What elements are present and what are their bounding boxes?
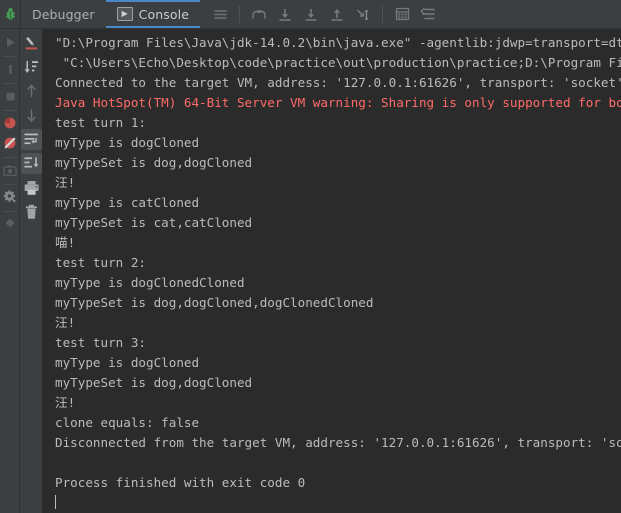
console-line: myType is dogClonedCloned (55, 275, 245, 290)
console-line: 喵! (55, 235, 76, 250)
camera-icon[interactable] (1, 161, 19, 179)
resume-program-icon[interactable] (1, 33, 19, 51)
console-line: myTypeSet is cat,catCloned (55, 215, 253, 230)
soft-wrap-lines-icon[interactable] (21, 129, 42, 150)
stop-program-icon[interactable] (1, 87, 19, 105)
run-controls-column (0, 29, 20, 513)
debugger-console-window: Debugger ▶ Console "D:\Program Files\Jav… (0, 0, 621, 513)
trash-icon[interactable] (21, 201, 42, 222)
arrow-up-icon[interactable] (21, 81, 42, 102)
console-line: myType is dogCloned (55, 355, 200, 370)
force-step-out-icon[interactable] (326, 3, 348, 25)
pause-program-icon[interactable] (1, 60, 19, 78)
marker-separator-5 (3, 184, 17, 185)
muted-breakpoint-icon[interactable] (1, 134, 19, 152)
toolwindow-left-strip (0, 0, 20, 28)
console-line: clone equals: false (55, 415, 200, 430)
console-line: myType is dogCloned (55, 135, 200, 150)
console-line: Connected to the target VM, address: '12… (55, 75, 621, 90)
console-line: 汪! (55, 175, 76, 190)
gear-icon[interactable] (1, 188, 19, 206)
console-line: 汪! (55, 395, 76, 410)
tab-console-bottom-indicator (105, 26, 200, 28)
console-text: "D:\Program Files\Java\jdk-14.0.2\bin\ja… (43, 33, 621, 513)
console-icon: ▶ (116, 7, 133, 21)
rerun-icon[interactable] (21, 33, 42, 54)
console-line: test turn 3: (55, 335, 146, 350)
marker-separator-4 (3, 157, 17, 158)
console-line: myTypeSet is dog,dogCloned (55, 375, 253, 390)
console-line: 汪! (55, 315, 76, 330)
tab-bar: Debugger ▶ Console (0, 0, 621, 29)
step-over-icon[interactable] (274, 3, 296, 25)
console-line: "D:\Program Files\Java\jdk-14.0.2\bin\ja… (55, 35, 621, 50)
console-output[interactable]: "D:\Program Files\Java\jdk-14.0.2\bin\ja… (43, 29, 621, 513)
console-caret (55, 493, 621, 513)
tab-debugger[interactable]: Debugger (21, 0, 106, 28)
console-line: myTypeSet is dog,dogCloned (55, 155, 253, 170)
step-out-arrow-icon[interactable] (248, 3, 270, 25)
console-line: test turn 2: (55, 255, 146, 270)
console-line: Disconnected from the target VM, address… (55, 435, 621, 450)
scroll-to-end-icon[interactable] (21, 153, 42, 174)
run-to-cursor-icon[interactable] (352, 3, 374, 25)
marker-separator-6 (3, 211, 17, 212)
toolbar-separator-2 (382, 5, 383, 23)
sort-descending-icon[interactable] (21, 57, 42, 78)
console-body: "D:\Program Files\Java\jdk-14.0.2\bin\ja… (0, 29, 621, 513)
pin-icon[interactable] (1, 215, 19, 233)
tab-console[interactable]: ▶ Console (105, 0, 200, 28)
marker-separator-3 (3, 110, 17, 111)
step-into-icon[interactable] (300, 3, 322, 25)
evaluate-expression-icon[interactable] (391, 3, 413, 25)
soft-wrap-icon[interactable] (209, 3, 231, 25)
console-line: Java HotSpot(TM) 64-Bit Server VM warnin… (55, 95, 621, 110)
console-line: myType is catCloned (55, 195, 200, 210)
tab-debugger-label: Debugger (32, 6, 95, 22)
breakpoint-icon[interactable] (1, 114, 19, 132)
bug-icon (5, 8, 15, 20)
toolbar-separator (239, 5, 240, 23)
tab-console-label: Console (138, 6, 189, 22)
tab-console-top-indicator (105, 0, 200, 2)
arrow-down-icon[interactable] (21, 105, 42, 126)
console-line: Process finished with exit code 0 (55, 475, 306, 490)
console-line: test turn 1: (55, 115, 146, 130)
marker-separator (3, 56, 17, 57)
print-icon[interactable] (21, 177, 42, 198)
console-vertical-toolbar (20, 29, 43, 513)
mute-breakpoints-icon[interactable] (417, 3, 439, 25)
marker-separator-2 (3, 83, 17, 84)
console-line: "C:\Users\Echo\Desktop\code\practice\out… (55, 55, 621, 70)
console-line: myTypeSet is dog,dogCloned,dogClonedClon… (55, 295, 374, 310)
